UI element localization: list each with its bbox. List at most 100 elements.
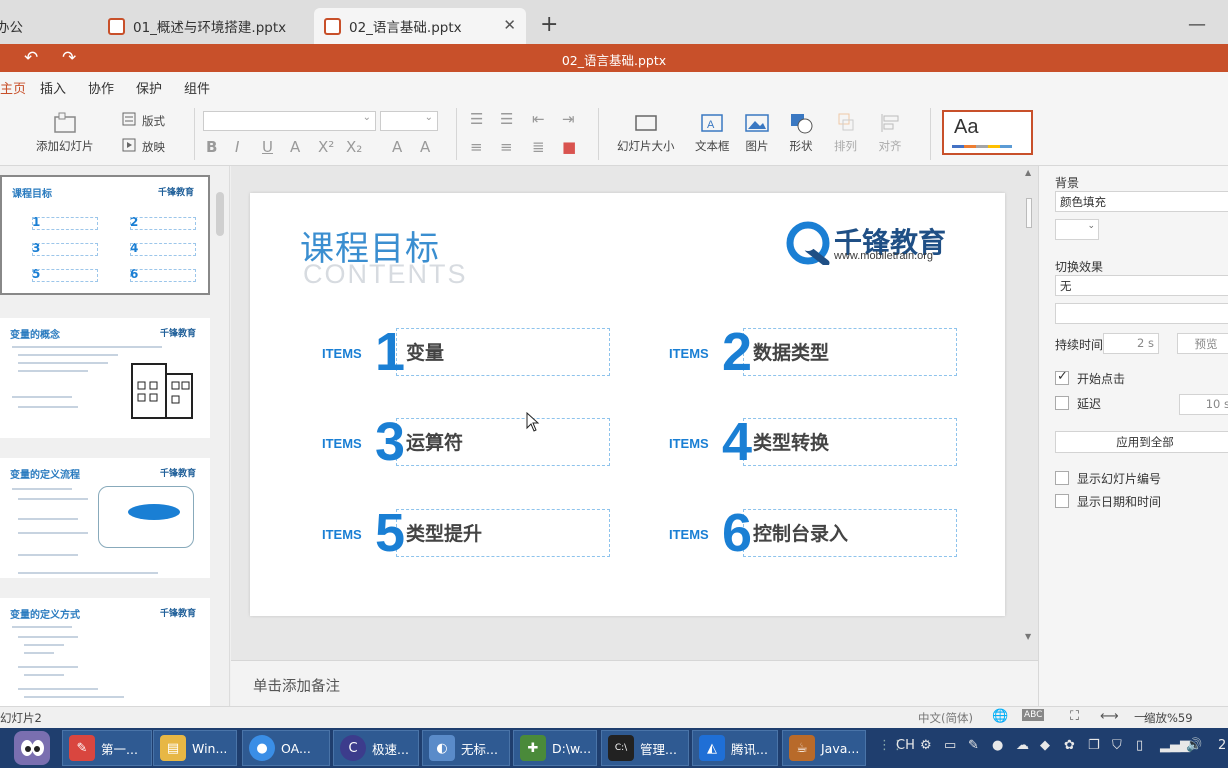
- tab-office[interactable]: 办公: [0, 8, 94, 44]
- start-icon[interactable]: [14, 731, 50, 765]
- textbox-button[interactable]: A 文本框: [695, 110, 730, 154]
- language-indicator[interactable]: 中文(简体): [918, 710, 973, 726]
- minimize-button[interactable]: —: [1188, 14, 1206, 35]
- bullet-list-icon[interactable]: ☰: [470, 110, 483, 128]
- menu-collaborate[interactable]: 协作: [88, 78, 114, 97]
- tab-document-2[interactable]: 02_语言基础.pptx ✕: [314, 8, 526, 44]
- spellcheck-icon[interactable]: ABC: [1022, 709, 1045, 721]
- content-item-3[interactable]: ITEMS 3 运算符: [322, 412, 612, 472]
- taskbar-app-5[interactable]: ◐ 无标...: [422, 730, 510, 766]
- align-left-icon[interactable]: ≡: [470, 138, 483, 156]
- fill-color-icon[interactable]: ■: [562, 138, 576, 156]
- underline-icon[interactable]: U: [262, 138, 273, 156]
- background-color-picker[interactable]: ⌄: [1055, 219, 1099, 240]
- show-slide-number-checkbox[interactable]: [1055, 471, 1069, 485]
- on-click-checkbox[interactable]: [1055, 369, 1069, 385]
- close-icon[interactable]: ✕: [503, 16, 516, 34]
- taskbar-app-9[interactable]: ☕ Java...: [782, 730, 866, 766]
- font-color-icon[interactable]: A: [392, 138, 402, 156]
- fit-window-icon[interactable]: ⛶: [1070, 709, 1079, 724]
- content-item-6[interactable]: ITEMS 6 控制台录入: [669, 503, 959, 563]
- bold-icon[interactable]: B: [206, 138, 217, 156]
- outdent-icon[interactable]: ⇤: [532, 110, 545, 128]
- text-shadow-icon[interactable]: A: [290, 138, 300, 156]
- transition-option-field[interactable]: [1055, 303, 1228, 324]
- picture-button[interactable]: 图片: [744, 110, 770, 154]
- tray-shield-icon[interactable]: ◆: [1040, 738, 1050, 753]
- numbered-list-icon[interactable]: ☰: [500, 110, 513, 128]
- content-item-4[interactable]: ITEMS 4 类型转换: [669, 412, 959, 472]
- menu-components[interactable]: 组件: [184, 78, 210, 97]
- subscript-icon[interactable]: X₂: [346, 138, 362, 156]
- taskbar-label: 极速...: [372, 741, 409, 757]
- font-family-select[interactable]: [203, 111, 376, 131]
- clock[interactable]: 2: [1218, 738, 1226, 753]
- slide-thumbnail-1[interactable]: 课程目标 千锋教育 1 2 3 4 5 6: [0, 175, 210, 295]
- theme-preview[interactable]: Aa: [942, 110, 1033, 155]
- volume-icon[interactable]: 🔊: [1186, 738, 1202, 753]
- delay-stepper[interactable]: 10 s: [1179, 394, 1228, 415]
- tray-pen-icon[interactable]: ✎: [968, 738, 979, 753]
- thumbnail-item: [130, 217, 196, 230]
- italic-icon[interactable]: I: [235, 138, 239, 156]
- show-datetime-checkbox[interactable]: [1055, 494, 1069, 508]
- new-tab-button[interactable]: +: [540, 12, 558, 37]
- scroll-thumb[interactable]: [1026, 198, 1032, 228]
- content-item-5[interactable]: ITEMS 5 类型提升: [322, 503, 612, 563]
- taskbar-app-7[interactable]: C:\ 管理...: [601, 730, 689, 766]
- shape-button[interactable]: 形状: [788, 110, 814, 154]
- superscript-icon[interactable]: X²: [318, 138, 334, 156]
- slide-thumbnail-2[interactable]: 变量的概念 千锋教育: [0, 318, 210, 438]
- play-button[interactable]: 放映: [122, 138, 165, 155]
- tab-document-1[interactable]: 01_概述与环境搭建.pptx: [98, 8, 310, 44]
- zoom-level[interactable]: 缩放%59: [1144, 710, 1193, 726]
- tray-device-icon[interactable]: ▯: [1136, 738, 1143, 753]
- editor-scrollbar[interactable]: ▲ ▼: [1021, 166, 1038, 646]
- clear-format-icon[interactable]: A: [420, 138, 430, 156]
- content-item-1[interactable]: ITEMS 1 变量: [322, 322, 612, 382]
- tray-monitor-icon[interactable]: ▭: [944, 738, 956, 753]
- tray-app-icon[interactable]: ✿: [1064, 738, 1075, 753]
- scroll-up-icon[interactable]: ▲: [1025, 168, 1031, 177]
- layout-button[interactable]: 版式: [122, 112, 165, 129]
- input-method-indicator[interactable]: CH: [896, 738, 915, 753]
- delay-checkbox[interactable]: [1055, 396, 1069, 410]
- slide-canvas[interactable]: 课程目标 CONTENTS 千锋教育 www.mobiletrain.org I…: [250, 193, 1005, 616]
- tray-settings-icon[interactable]: ⚙: [920, 738, 932, 753]
- duration-stepper[interactable]: 2 s: [1103, 333, 1159, 354]
- preview-button[interactable]: 预览: [1177, 333, 1228, 354]
- slide-size-button[interactable]: 幻灯片大小: [617, 110, 675, 154]
- background-fill-select[interactable]: 颜色填充: [1055, 191, 1228, 212]
- apply-to-all-button[interactable]: 应用到全部: [1055, 431, 1228, 453]
- slide-thumbnail-4[interactable]: 变量的定义方式 千锋教育: [0, 598, 210, 706]
- fit-width-icon[interactable]: ⟷: [1100, 709, 1119, 724]
- arrange-button[interactable]: 排列: [834, 110, 857, 154]
- indent-icon[interactable]: ⇥: [562, 110, 575, 128]
- taskbar-app-2[interactable]: ▤ Win...: [153, 730, 237, 766]
- font-size-select[interactable]: [380, 111, 438, 131]
- menu-home[interactable]: 主页: [0, 78, 27, 102]
- align-button[interactable]: 对齐: [878, 110, 902, 154]
- tray-qq-icon[interactable]: ●: [992, 738, 1003, 753]
- line-spacing-icon[interactable]: ≣: [532, 138, 545, 156]
- transition-select[interactable]: 无: [1055, 275, 1228, 296]
- scroll-down-icon[interactable]: ▼: [1025, 632, 1031, 641]
- add-slide-button[interactable]: 添加幻灯片: [36, 110, 94, 154]
- menu-insert[interactable]: 插入: [40, 78, 66, 97]
- taskbar-app-8[interactable]: ◭ 腾讯...: [692, 730, 778, 766]
- globe-icon[interactable]: 🌐: [992, 709, 1008, 724]
- tray-security-icon[interactable]: ⛉: [1112, 738, 1122, 753]
- taskbar-app-1[interactable]: ✎ 第一...: [62, 730, 152, 766]
- align-center-icon[interactable]: ≡: [500, 138, 513, 156]
- slide-subtitle[interactable]: CONTENTS: [303, 259, 468, 290]
- taskbar-app-3[interactable]: ● OA...: [242, 730, 330, 766]
- menu-protect[interactable]: 保护: [136, 78, 162, 97]
- tray-copy-icon[interactable]: ❐: [1088, 738, 1100, 753]
- slide-thumbnail-3[interactable]: 变量的定义流程 千锋教育: [0, 458, 210, 578]
- content-item-2[interactable]: ITEMS 2 数据类型: [669, 322, 959, 382]
- thumbnail-scrollbar[interactable]: [216, 192, 224, 236]
- notes-area[interactable]: 单击添加备注: [231, 660, 1038, 706]
- tray-cloud-icon[interactable]: ☁: [1016, 738, 1029, 753]
- taskbar-app-6[interactable]: ✚ D:\w...: [513, 730, 597, 766]
- taskbar-app-4[interactable]: C 极速...: [333, 730, 419, 766]
